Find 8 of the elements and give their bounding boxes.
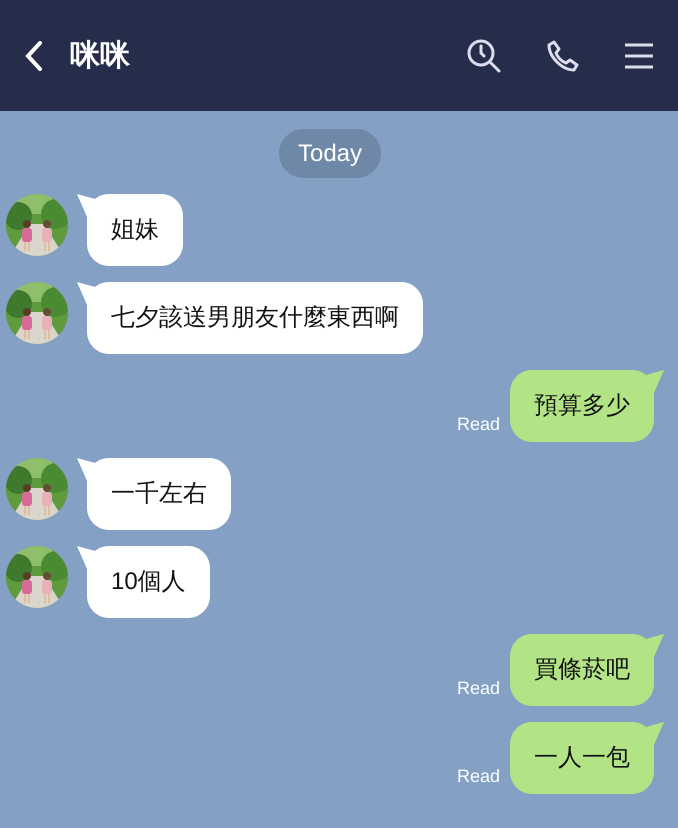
chat-title: 咪咪 <box>70 38 130 74</box>
read-receipt: Read <box>456 765 500 788</box>
menu-button[interactable] <box>624 42 654 68</box>
read-receipt: Read <box>456 677 500 700</box>
read-receipt: Read <box>456 413 500 436</box>
search-history-button[interactable] <box>466 38 502 74</box>
phone-button[interactable] <box>546 38 580 72</box>
date-label: Today <box>278 129 382 178</box>
